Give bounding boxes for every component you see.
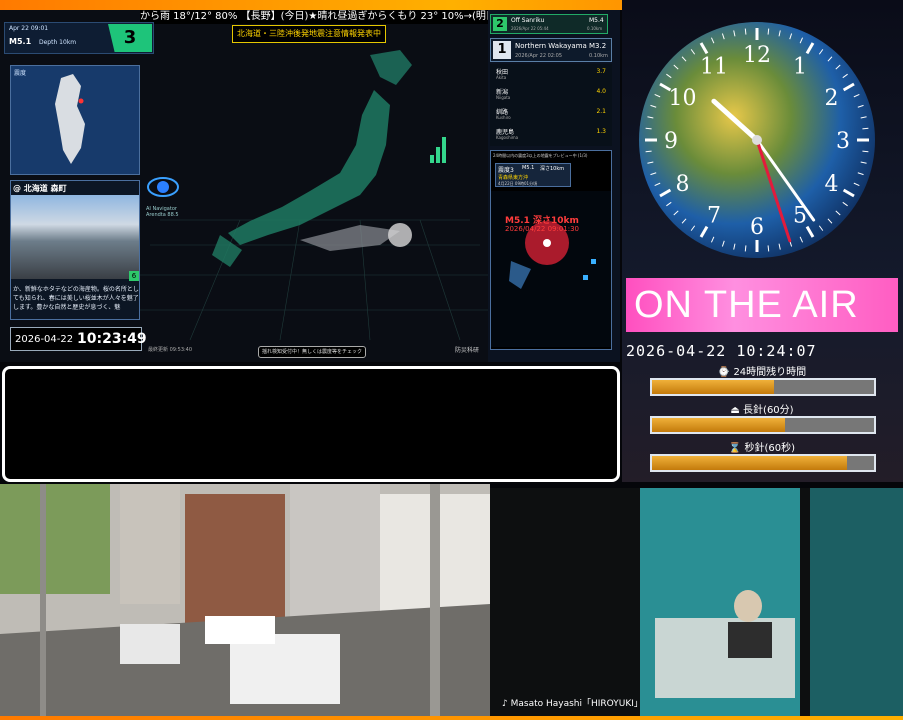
check-button[interactable]: 揺れ検知受付中！無しくは震度等をチェック [258,346,366,358]
message-box [2,366,620,482]
rank-number: 1 [493,41,511,59]
current-datetime: 2026-04-22 10:24:07 [626,342,817,360]
observation-list: 秋田 Akita 3.7 新潟 Niigata 4.0 釧路 Kushiro 2… [490,64,612,146]
preview-area: 青森県東方沖 [498,175,529,181]
intensity-badge: 3 [108,24,152,52]
clock-tick [744,28,747,35]
quake-depth: Depth 10km [39,39,77,46]
music-video-scene [490,488,903,720]
song-caption: ♪ Masato Hayashi「HIROYUKI」 [502,699,643,709]
rank-mag: M5.4 [589,17,604,24]
progress-24h [650,378,876,396]
location-description: か、新鮮なホタテなどの海産物。桜の名所としても知られ、春には美しい桜並木が人々を… [13,286,139,311]
clock-number: 3 [836,129,850,154]
progress-minute [650,416,876,434]
ranking-item-1: 1 Northern Wakayama 2026/Apr 22 02:05 M3… [490,38,612,62]
ranking-item-2: 2 Off Sanriku 2026/Apr 22 05:44 M5.4 0.1… [490,14,608,34]
progress-fill [652,456,848,470]
clock-number: 9 [664,129,678,154]
ai-navigator-icon [147,177,179,197]
list-item: 鹿児島 Kagoshima 1.3 [492,126,610,144]
station-romaji: Kagoshima [496,135,519,140]
bar-label-minute: ⏏ 長針(60分) [730,405,794,416]
digital-clock: 2026-04-22 10:23:49 [10,327,147,351]
clock-time: 10:23:49 [77,331,147,347]
rank-date: 2026/Apr 22 05:44 [511,26,549,31]
alert-banner: 北海道・三陸沖後発地震注意情報発表中 [232,25,386,43]
preview-date: 4月22日 09時01分頃 [498,181,538,186]
preview-heading: 24時間以内の震度3以上の地震をプレビュー中 (1/3) [493,153,588,158]
bar-label-second: ⌛ 秒針(60秒) [728,443,796,454]
last-update: 最終更新 09:53:40 [148,347,193,353]
clock-pivot [752,135,762,145]
list-item: 釧路 Kushiro 2.1 [492,106,610,124]
location-card: @ 北海道 森町 6 か、新鮮なホタテなどの海産物。桜の名所としても知られ、春に… [10,180,140,320]
station-romaji: Kushiro [496,115,511,120]
preview-depth: 深さ10km [540,166,565,172]
rank-number: 2 [493,17,507,31]
rank-mag: M3.2 [589,42,607,50]
clock-number: 1 [793,55,807,80]
station-value: 3.7 [596,68,606,75]
quake-date: Apr 22 09:01 [9,25,49,32]
location-badge: 6 [129,271,139,281]
mini-map: 震度 [10,65,140,175]
street-scene [0,484,490,720]
rank-name: Off Sanriku [511,17,545,24]
clock-number: 11 [700,55,728,80]
japan-3d-map [212,50,446,267]
progress-fill [652,380,775,394]
station-romaji: Niigata [496,95,511,100]
station-value: 1.3 [596,128,606,135]
clock-number: 6 [750,215,764,240]
station-value: 4.0 [596,88,606,95]
on-air-text: ON THE AIR [634,284,859,326]
rank-date: 2026/Apr 22 02:05 [515,53,563,59]
rank-depth: 0.10km [587,26,603,31]
location-photo [11,195,139,279]
clock-number: 4 [824,172,838,197]
analog-clock: 12 1234567891011 [639,22,875,258]
station-value: 2.1 [596,108,606,115]
location-title: @ 北海道 森町 [13,184,67,193]
clock-number: 7 [707,203,721,228]
progress-second [650,454,876,472]
clock-date: 2026-04-22 [15,334,74,345]
preview-mag: M5.1 [522,165,535,171]
rank-depth: 0.10km [589,53,608,59]
progress-fill [652,418,786,432]
nied-label: 防災科研 [455,347,480,354]
bar-label-24h: ⌚ 24時間残り時間 [717,367,807,378]
clock-tick [744,245,747,252]
clock-number: 10 [669,86,697,111]
preview-big-date: 2026/04/22 09:01:30 [505,225,580,233]
clock-tick [862,150,869,153]
ai-navigator-label: AI Navigator Arendta 88.5 [146,206,179,218]
clock-number: 8 [676,172,690,197]
preview-info: 震度3 M5.1 深さ10km 青森県東方沖 4月22日 09時01分頃 [495,163,571,187]
rank-name: Northern Wakayama [515,42,587,50]
preview-map-card: 24時間以内の震度3以上の地震をプレビュー中 (1/3) 震度3 M5.1 深さ… [490,150,612,350]
quake-magnitude: M5.1 [9,37,32,46]
clock-tick [645,127,652,130]
clock-tick [862,127,869,130]
street-camera-feed [0,484,490,720]
preview-rank: 震度3 [498,167,514,174]
clock-number: 12 [743,43,771,68]
clock-tick [645,150,652,153]
tohoku-map-icon [55,74,85,164]
clock-tick [767,245,770,252]
list-item: 新潟 Niigata 4.0 [492,86,610,104]
weather-ticker: から雨 18°/12° 80% 【長野】(今日)★晴れ昼過ぎからくもり 23° … [140,10,490,24]
bottom-edge [0,716,903,720]
clock-tick [767,28,770,35]
station-romaji: Akita [496,75,507,80]
clock-number: 2 [824,86,838,111]
music-video-feed [490,488,903,720]
list-item: 秋田 Akita 3.7 [492,66,610,84]
